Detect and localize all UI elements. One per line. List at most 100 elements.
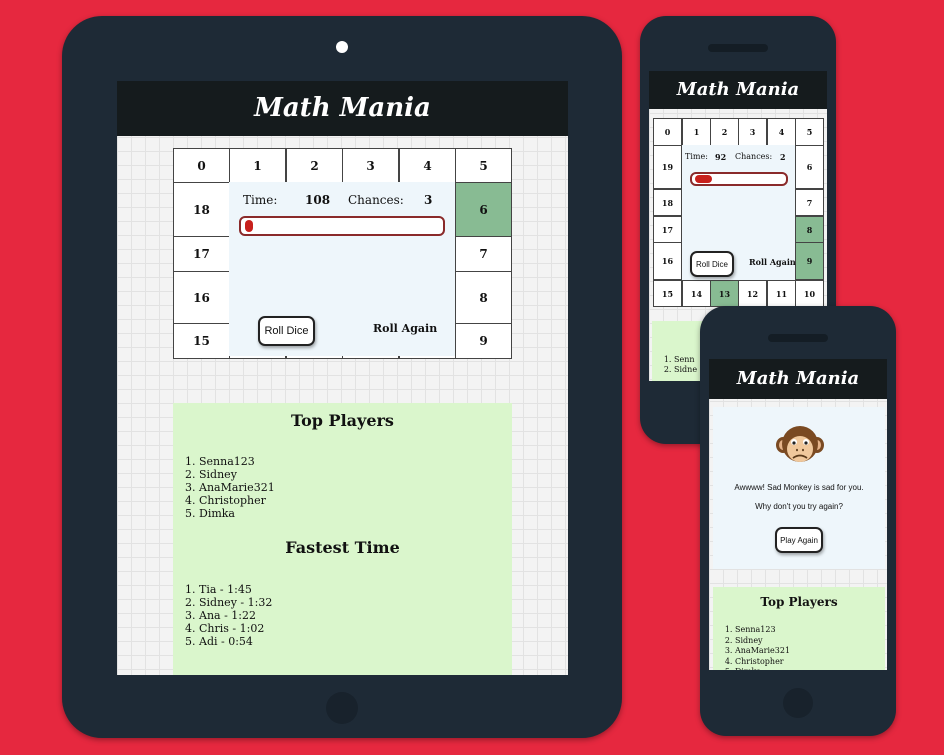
board-cell-15: 15: [653, 280, 682, 307]
list-item: Sidney: [199, 468, 275, 481]
app-title: Math Mania: [736, 368, 860, 389]
leaderboard-panel: Top Players Senna123SidneyAnaMarie321Chr…: [173, 403, 512, 675]
app-title: Math Mania: [254, 93, 431, 123]
list-item: Senn: [674, 355, 697, 365]
list-item: Adi - 0:54: [199, 635, 272, 648]
roll-again-text: Roll Again: [749, 257, 796, 267]
roll-dice-button[interactable]: Roll Dice: [258, 316, 315, 346]
list-item: Christopher: [199, 494, 275, 507]
board-cell-6: 6: [455, 182, 512, 237]
tablet-home-button[interactable]: [326, 692, 358, 724]
list-item: Sidne: [674, 365, 697, 375]
phone-gameover-screen: Math Mania Awwww! Sad Monkey is sad for …: [709, 359, 887, 670]
board-cell-12: 12: [738, 280, 767, 307]
list-item: Senna123: [199, 455, 275, 468]
list-item: Christopher: [735, 657, 790, 668]
progress-fill: [245, 220, 253, 232]
time-value: 108: [305, 193, 331, 207]
board-cell-10: 10: [795, 280, 824, 307]
app-title: Math Mania: [676, 79, 800, 100]
board-cell-0: 0: [173, 148, 230, 183]
progress-bar: [239, 216, 445, 236]
board-cell-7: 7: [455, 236, 512, 272]
board-cell-4: 4: [399, 148, 456, 183]
board-cell-8: 8: [455, 271, 512, 324]
board-cell-17: 17: [173, 236, 230, 272]
board-cell-6: 6: [795, 145, 824, 189]
list-item: Ana - 1:22: [199, 609, 272, 622]
phone-speaker: [768, 334, 828, 342]
board-cell-17: 17: [653, 216, 682, 243]
game-board: 19 18 17 16 15 14 13 12 11 10 9 8 7 6 5 4 3 2 1 0 Time: 92 …: [653, 118, 824, 307]
phone-device-gameover: Math Mania Awwww! Sad Monkey is sad for …: [700, 306, 896, 736]
board-cell-9: 9: [795, 242, 824, 280]
roll-dice-label: Roll Dice: [264, 325, 309, 337]
leaderboard-panel: Top Players Senna123SidneyAnaMarie321Chr…: [713, 587, 885, 670]
list-item: Dimka: [735, 667, 790, 670]
list-item: Sidney: [735, 636, 790, 647]
list-item: Chris - 1:02: [199, 622, 272, 635]
app-header: Math Mania: [649, 71, 827, 109]
time-value: 92: [715, 152, 727, 162]
board-cell-18: 18: [653, 189, 682, 216]
progress-bar: [690, 172, 788, 186]
board-cell-5: 5: [455, 148, 512, 183]
list-item: AnaMarie321: [199, 481, 275, 494]
board-cell-13: 13: [710, 280, 739, 307]
top-players-list: Senna123SidneyAnaMarie321ChristopherDimk…: [177, 455, 275, 520]
board-cell-15: 15: [173, 323, 230, 359]
chances-label: Chances:: [348, 193, 404, 207]
board-cell-19: 19: [653, 145, 682, 189]
roll-dice-button[interactable]: Roll Dice: [690, 251, 734, 277]
roll-dice-label: Roll Dice: [695, 259, 728, 269]
board-cell-5: 5: [795, 118, 824, 146]
fastest-time-list: Tia - 1:45Sidney - 1:32Ana - 1:22Chris -…: [177, 583, 272, 648]
board-cell-16: 16: [653, 242, 682, 280]
tablet-device: Math Mania 19181716151413121110987654321…: [62, 16, 622, 738]
board-cell-1: 1: [229, 148, 286, 183]
time-label: Time:: [243, 193, 278, 207]
board-cell-7: 7: [795, 189, 824, 216]
board-cell-1: 1: [682, 118, 711, 146]
board-cell-2: 2: [710, 118, 739, 146]
phone-speaker: [708, 44, 768, 52]
sad-monkey-icon: [776, 426, 824, 462]
board-cell-3: 3: [342, 148, 399, 183]
list-item: Senna123: [735, 625, 790, 636]
retry-prompt: Why don't you try again?: [755, 502, 843, 511]
app-header: Math Mania: [117, 81, 568, 136]
time-label: Time:: [685, 152, 708, 161]
board-cell-3: 3: [738, 118, 767, 146]
list-item: Sidney - 1:32: [199, 596, 272, 609]
board-cell-18: 18: [173, 182, 230, 237]
top-players-title: Top Players: [760, 595, 838, 609]
tablet-screen: Math Mania 19181716151413121110987654321…: [117, 81, 568, 675]
board-cell-16: 16: [173, 271, 230, 324]
list-item: Tia - 1:45: [199, 583, 272, 596]
top-players-title: Top Players: [291, 411, 394, 430]
list-item: Dimka: [199, 507, 275, 520]
phone-home-button[interactable]: [783, 688, 813, 718]
board-cell-4: 4: [767, 118, 796, 146]
chances-value: 2: [780, 152, 786, 162]
board-cell-2: 2: [286, 148, 343, 183]
play-again-label: Play Again: [780, 535, 818, 545]
chances-value: 3: [424, 193, 433, 207]
play-again-button[interactable]: Play Again: [775, 527, 823, 553]
board-cell-9: 9: [455, 323, 512, 359]
board-cell-14: 14: [682, 280, 711, 307]
tablet-camera: [336, 41, 348, 53]
board-cell-11: 11: [767, 280, 796, 307]
app-header: Math Mania: [709, 359, 887, 399]
board-cell-8: 8: [795, 216, 824, 243]
board-cell-0: 0: [653, 118, 682, 146]
chances-label: Chances:: [735, 152, 773, 161]
list-item: AnaMarie321: [735, 646, 790, 657]
game-over-card: Awwww! Sad Monkey is sad for you. Why do…: [713, 407, 885, 569]
progress-fill: [695, 175, 713, 183]
game-board: 191817161514131211109876543210 Time: 108…: [173, 148, 512, 392]
top-players-list: SennSidne: [652, 355, 697, 375]
top-players-list: Senna123SidneyAnaMarie321ChristopherDimk…: [713, 625, 790, 670]
roll-again-text: Roll Again: [373, 322, 438, 335]
fastest-time-title: Fastest Time: [285, 538, 400, 557]
